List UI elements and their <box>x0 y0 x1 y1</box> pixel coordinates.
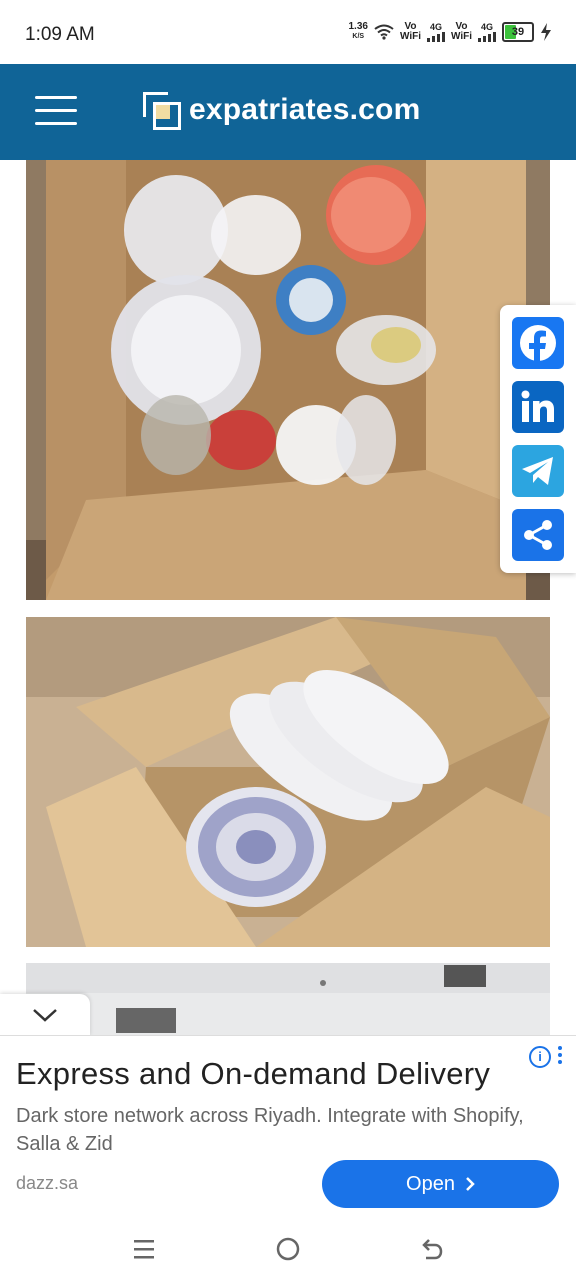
signal-bars-icon <box>426 32 445 42</box>
share-button[interactable] <box>512 509 564 561</box>
charging-icon <box>541 23 551 41</box>
ad-info-icon[interactable]: i <box>529 1046 551 1068</box>
signal-bars-icon <box>478 32 496 42</box>
share-icon <box>524 520 552 550</box>
chevron-down-icon <box>33 1009 57 1022</box>
battery-icon: 39 <box>502 22 534 42</box>
linkedin-share-button[interactable] <box>512 381 564 433</box>
menu-icon[interactable] <box>35 96 77 128</box>
status-indicators: 1.36 K/S Vo WiFi 4G Vo WiFi 4G 39 <box>349 22 553 42</box>
site-name: expatriates.com <box>189 93 421 126</box>
system-nav-bar <box>0 1218 576 1280</box>
ad-collapse-button[interactable] <box>0 994 90 1036</box>
vowifi-label-2: Vo WiFi <box>450 21 472 42</box>
share-bar <box>500 305 576 573</box>
sim2-signal: 4G <box>478 22 496 42</box>
listing-content <box>0 160 576 1035</box>
chevron-right-icon <box>466 1177 475 1191</box>
home-button[interactable] <box>268 1232 308 1266</box>
back-icon <box>422 1239 443 1260</box>
sim1-signal: 4G <box>426 22 445 42</box>
ad-open-button[interactable]: Open <box>322 1160 559 1208</box>
recent-apps-icon <box>134 1240 154 1259</box>
listing-photo[interactable] <box>26 963 550 1035</box>
facebook-icon <box>520 325 556 363</box>
packed-box-image <box>26 160 550 600</box>
telegram-share-button[interactable] <box>512 445 564 497</box>
logo-icon <box>143 92 181 130</box>
wifi-icon <box>374 24 394 40</box>
ad-domain: dazz.sa <box>16 1173 79 1193</box>
room-image <box>26 963 550 1035</box>
ad-title: Express and On-demand Delivery <box>16 1056 491 1091</box>
home-circle-icon <box>276 1237 300 1261</box>
telegram-icon <box>522 457 553 485</box>
site-header: expatriates.com <box>0 64 576 160</box>
plates-box-image <box>26 617 550 947</box>
network-speed: 1.36 K/S <box>348 21 368 41</box>
ad-banner[interactable]: i Express and On-demand Delivery Dark st… <box>0 1035 576 1218</box>
ad-open-label: Open <box>406 1172 455 1195</box>
status-bar: 1:09 AM 1.36 K/S Vo WiFi 4G Vo WiFi 4G 3… <box>0 0 576 64</box>
linkedin-icon <box>521 390 554 422</box>
status-time: 1:09 AM <box>25 24 95 45</box>
site-logo[interactable]: expatriates.com <box>143 92 421 130</box>
listing-photo[interactable] <box>26 617 550 947</box>
back-button[interactable] <box>412 1232 452 1266</box>
vowifi-label-1: Vo WiFi <box>399 21 421 42</box>
ad-description: Dark store network across Riyadh. Integr… <box>16 1105 524 1155</box>
ad-more-icon[interactable] <box>558 1046 564 1066</box>
recent-apps-button[interactable] <box>124 1232 164 1266</box>
listing-photo[interactable] <box>26 160 550 600</box>
facebook-share-button[interactable] <box>512 317 564 369</box>
